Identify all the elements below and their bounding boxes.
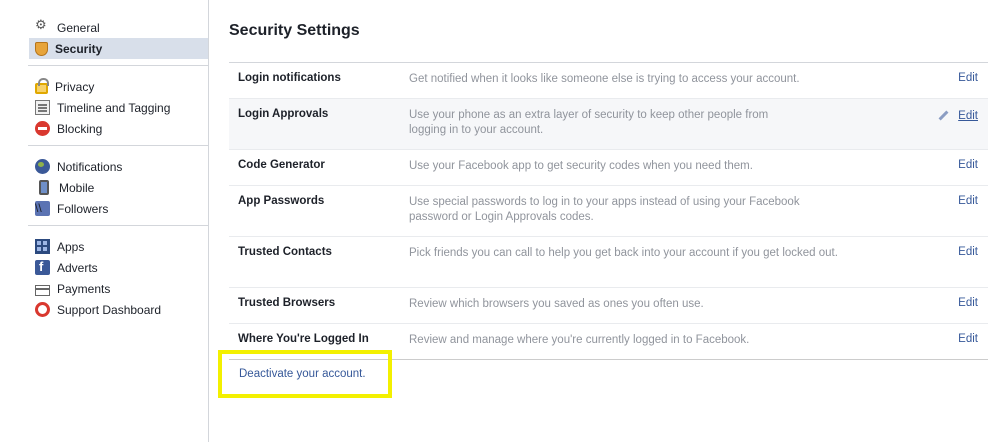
gear-icon [35, 18, 50, 35]
setting-description: Use your Facebook app to get security co… [409, 160, 753, 172]
setting-row-trusted-contacts[interactable]: Trusted Contacts Pick friends you can ca… [229, 237, 988, 288]
sidebar-item-label: Payments [57, 281, 111, 296]
edit-link[interactable]: Edit [958, 72, 978, 84]
sidebar-item-general[interactable]: General [0, 17, 208, 38]
sidebar-divider [28, 65, 208, 66]
edit-link[interactable]: Edit [958, 110, 978, 122]
sidebar-item-label: Timeline and Tagging [57, 100, 171, 115]
setting-row-app-passwords[interactable]: App Passwords Use special passwords to l… [229, 186, 988, 237]
globe-icon [35, 159, 50, 174]
setting-row-code-generator[interactable]: Code Generator Use your Facebook app to … [229, 150, 988, 186]
security-settings-panel: Security Settings Login notifications Ge… [229, 0, 988, 360]
setting-row-trusted-browsers[interactable]: Trusted Browsers Review which browsers y… [229, 288, 988, 324]
setting-name: Login Approvals [238, 108, 329, 120]
sidebar-item-label: Support Dashboard [57, 302, 162, 317]
setting-description: Use your phone as an extra layer of secu… [409, 109, 769, 136]
deactivate-account-link[interactable]: Deactivate your account. [239, 368, 366, 380]
settings-sidebar: General Security Privacy Timeline and Ta… [0, 0, 209, 442]
sidebar-item-mobile[interactable]: Mobile [0, 177, 208, 198]
sidebar-divider [28, 225, 208, 226]
security-settings-table: Login notifications Get notified when it… [229, 62, 988, 360]
sidebar-item-security[interactable]: Security [29, 38, 208, 59]
setting-name: Trusted Contacts [238, 246, 332, 258]
sidebar-group-privacy: Privacy Timeline and Tagging Blocking [0, 76, 208, 145]
sidebar-item-privacy[interactable]: Privacy [0, 76, 208, 97]
card-icon [35, 284, 50, 296]
sidebar-item-label: Adverts [57, 260, 98, 275]
sidebar-item-label: Mobile [59, 180, 95, 195]
sidebar-item-notifications[interactable]: Notifications [0, 156, 208, 177]
setting-name: App Passwords [238, 195, 325, 207]
setting-row-login-approvals[interactable]: Login Approvals Use your phone as an ext… [229, 98, 988, 150]
setting-name: Login notifications [238, 72, 341, 84]
pencil-icon [938, 110, 949, 121]
sidebar-group-notifications: Notifications Mobile Followers [0, 156, 208, 225]
sidebar-item-label: Apps [57, 239, 85, 254]
sidebar-item-followers[interactable]: Followers [0, 198, 208, 219]
sidebar-item-payments[interactable]: Payments [0, 278, 208, 299]
lock-icon [35, 78, 49, 94]
sidebar-divider [28, 145, 208, 146]
edit-link[interactable]: Edit [958, 333, 978, 345]
sidebar-item-support-dashboard[interactable]: Support Dashboard [0, 299, 208, 320]
apps-icon [35, 239, 50, 254]
sidebar-item-label: Notifications [57, 159, 123, 174]
setting-description: Pick friends you can call to help you ge… [409, 247, 838, 259]
edit-link[interactable]: Edit [958, 195, 978, 207]
page-title: Security Settings [229, 22, 360, 39]
mobile-icon [39, 180, 49, 195]
edit-link[interactable]: Edit [958, 297, 978, 309]
sidebar-item-label: General [57, 20, 100, 35]
sidebar-item-label: Security [55, 41, 103, 56]
setting-description: Review and manage where you're currently… [409, 334, 750, 346]
block-icon [35, 121, 50, 136]
edit-link[interactable]: Edit [958, 159, 978, 171]
shield-icon [35, 41, 48, 56]
setting-name: Code Generator [238, 159, 325, 171]
sidebar-group-account: General Security [0, 17, 208, 65]
setting-description: Review which browsers you saved as ones … [409, 298, 704, 310]
sidebar-item-label: Privacy [55, 79, 95, 94]
lifebuoy-icon [35, 302, 50, 317]
sidebar-group-apps: Apps Adverts Payments Support Dashboard [0, 236, 208, 326]
adverts-icon [35, 259, 50, 275]
timeline-icon [35, 100, 50, 115]
sidebar-item-timeline-and-tagging[interactable]: Timeline and Tagging [0, 97, 208, 118]
rss-icon [35, 201, 50, 216]
edit-link[interactable]: Edit [958, 246, 978, 258]
setting-description: Use special passwords to log in to your … [409, 196, 800, 223]
sidebar-item-apps[interactable]: Apps [0, 236, 208, 257]
setting-name: Trusted Browsers [238, 297, 336, 309]
sidebar-item-label: Followers [57, 201, 109, 216]
sidebar-item-label: Blocking [57, 121, 103, 136]
setting-description: Get notified when it looks like someone … [409, 73, 800, 85]
sidebar-item-blocking[interactable]: Blocking [0, 118, 208, 139]
setting-row-login-notifications[interactable]: Login notifications Get notified when it… [229, 63, 988, 99]
sidebar-item-adverts[interactable]: Adverts [0, 257, 208, 278]
